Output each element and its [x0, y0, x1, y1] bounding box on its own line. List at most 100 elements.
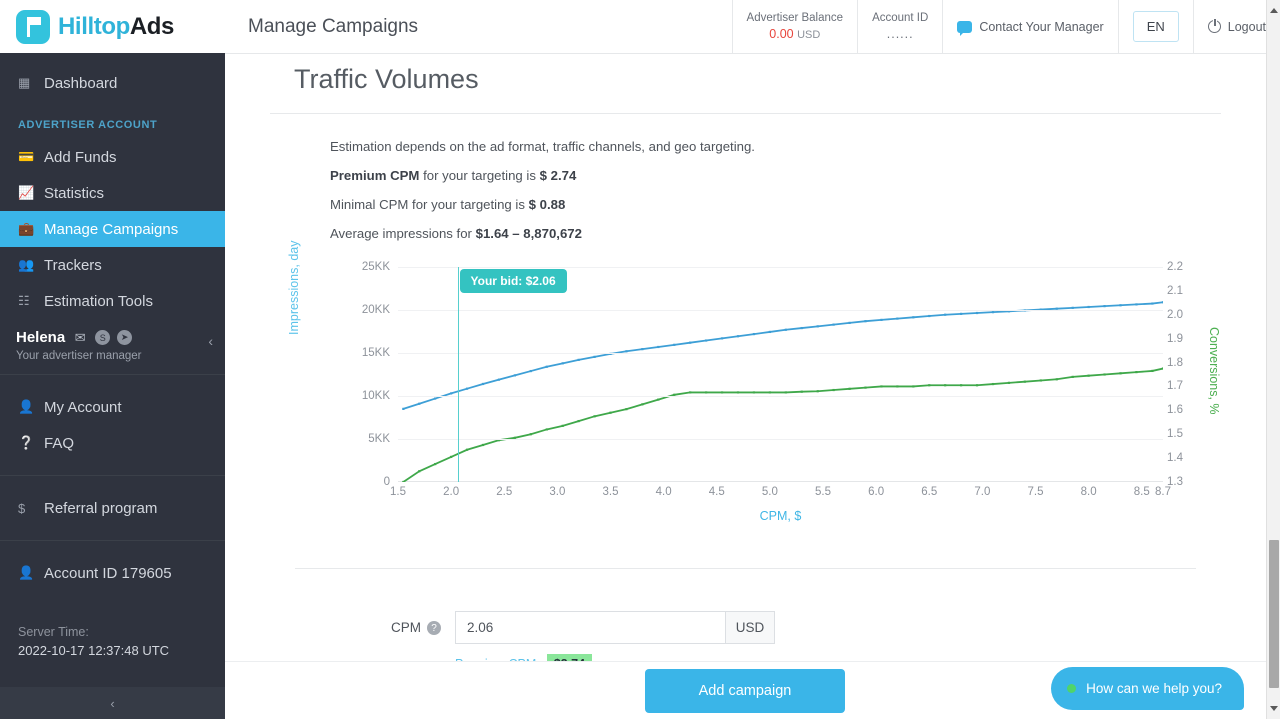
chart-point — [450, 455, 453, 459]
estimation-description: Estimation depends on the ad format, tra… — [330, 139, 755, 154]
sidebar-item-label: Manage Campaigns — [44, 220, 179, 238]
x-axis-tick: 5.5 — [815, 486, 831, 498]
scrollbar-thumb[interactable] — [1269, 540, 1279, 688]
card-icon: 💳 — [18, 149, 35, 164]
chart-point — [768, 330, 771, 334]
x-axis-tick: 7.5 — [1027, 486, 1044, 498]
sidebar-item-label: Estimation Tools — [44, 292, 153, 310]
sidebar-item-my-account[interactable]: 👤 My Account — [0, 389, 225, 425]
add-campaign-button[interactable]: Add campaign — [645, 669, 845, 713]
sidebar-item-manage-campaigns[interactable]: 💼 Manage Campaigns — [0, 211, 225, 247]
logout-label: Logout — [1227, 19, 1266, 34]
chart-point — [1039, 379, 1042, 382]
scroll-up-arrow-icon[interactable] — [1270, 8, 1278, 13]
help-chat-widget[interactable]: How can we help you? — [1051, 667, 1244, 710]
sidebar-item-add-funds[interactable]: 💳 Add Funds — [0, 139, 225, 175]
logo[interactable]: HilltopAds — [0, 0, 225, 53]
x-axis-label: CPM, $ — [759, 509, 802, 523]
advertiser-balance: Advertiser Balance 0.00 USD — [731, 0, 858, 53]
average-impressions-prefix: Average impressions for — [330, 226, 476, 241]
contact-manager-cell[interactable]: Contact Your Manager — [942, 0, 1117, 53]
gridline — [398, 396, 1163, 397]
account-id-value: ...... — [886, 27, 914, 41]
chart-point — [848, 321, 851, 324]
skype-icon[interactable]: S — [95, 330, 111, 345]
chart-point — [896, 317, 899, 320]
sidebar-section-label: ADVERTISER ACCOUNT — [18, 119, 158, 131]
your-bid-label: Your bid: $2.06 — [459, 269, 567, 293]
chart-point — [434, 397, 437, 400]
sidebar-item-label: Add Funds — [44, 148, 117, 166]
x-axis-tick: 6.0 — [868, 486, 885, 498]
chart-point — [689, 391, 692, 394]
language-selector[interactable]: EN — [1132, 11, 1179, 42]
sidebar-collapse-button[interactable]: ‹ — [0, 687, 225, 719]
x-axis-tick: 4.5 — [708, 486, 725, 498]
y-axis-left-tick: 15KK — [361, 347, 390, 359]
premium-cpm-line: Premium CPM for your targeting is $ 2.74 — [330, 168, 1221, 183]
chevron-left-icon[interactable]: ‹ — [208, 333, 213, 349]
chart-point — [465, 448, 469, 451]
chart-point — [784, 328, 787, 331]
sidebar-item-statistics[interactable]: 📈 Statistics — [0, 175, 225, 211]
question-mark-icon[interactable]: ? — [427, 621, 441, 635]
chart-point — [816, 390, 819, 393]
chart-point — [1103, 305, 1106, 308]
chart-point — [593, 415, 596, 418]
server-time-value: 2022-10-17 12:37:48 UTC — [18, 643, 170, 658]
x-axis-tick: 3.0 — [549, 486, 566, 498]
sidebar-item-account-id[interactable]: 👤 Account ID 179605 — [0, 555, 225, 591]
chart-point — [864, 320, 867, 323]
logout-button[interactable]: Logout — [1207, 19, 1266, 34]
chart-point — [465, 387, 469, 390]
chart-point — [1119, 304, 1122, 307]
cpm-input[interactable] — [455, 611, 725, 644]
sidebar-item-trackers[interactable]: 👥 Trackers — [0, 247, 225, 283]
x-axis-ticks: 1.5 2.0 2.5 3.0 3.5 4.0 4.5 5.0 5.5 6.0 6.5 7.0 7.5 8… — [390, 486, 1171, 506]
sidebar-item-estimation-tools[interactable]: ☷ Estimation Tools — [0, 283, 225, 319]
y-axis-right-tick: 1.4 — [1167, 452, 1183, 465]
contact-manager-link[interactable]: Contact Your Manager — [957, 20, 1104, 36]
traffic-volumes-title: Traffic Volumes — [270, 54, 1221, 114]
power-icon — [1207, 19, 1221, 33]
scroll-down-arrow-icon[interactable] — [1270, 706, 1278, 711]
x-axis-tick: 5.0 — [761, 486, 778, 498]
y-axis-left-tick: 5KK — [368, 433, 390, 445]
chart-point — [880, 385, 883, 388]
page-title: Manage Campaigns — [225, 0, 732, 53]
chart-point — [975, 384, 979, 387]
y-axis-left-ticks: 0 5KK 10KK 15KK 20KK 25KK — [320, 261, 390, 488]
telegram-icon[interactable]: ➤ — [117, 330, 133, 345]
chart-point — [497, 378, 501, 381]
cpm-input-group: USD — [455, 611, 775, 644]
gridline — [398, 267, 1163, 268]
chart-point — [529, 369, 532, 373]
chart-point — [434, 462, 437, 466]
account-id-cell: Account ID ...... — [857, 0, 942, 53]
chart-point — [975, 311, 979, 315]
page-scrollbar[interactable] — [1266, 0, 1280, 719]
manager-name: Helena — [16, 329, 66, 346]
chart-point — [1007, 381, 1011, 384]
chart-point — [1103, 373, 1106, 376]
language-cell[interactable]: EN — [1117, 0, 1193, 53]
chart-point — [641, 403, 644, 406]
premium-cpm-label: Premium CPM — [330, 168, 420, 183]
chart-point — [418, 402, 421, 405]
chart-plot-area: Your bid: $2.06 — [398, 267, 1165, 484]
logo-text-part2: Ads — [129, 12, 175, 40]
sidebar-item-dashboard[interactable]: ▦ Dashboard — [0, 61, 225, 105]
chart-point — [1151, 369, 1154, 373]
envelope-icon[interactable]: ✉ — [72, 330, 88, 345]
sidebar-item-label: Statistics — [44, 184, 105, 202]
chart-point — [1087, 305, 1090, 309]
premium-cpm-middle: for your targeting is — [419, 168, 540, 183]
premium-cpm-value: $ 2.74 — [539, 168, 577, 183]
grid-icon: ▦ — [18, 75, 31, 90]
chart-point — [402, 407, 405, 410]
chart-point — [864, 386, 867, 389]
sidebar-item-referral-program[interactable]: $ Referral program — [0, 490, 225, 526]
y-axis-right-tick: 2.2 — [1167, 261, 1183, 273]
sidebar-item-faq[interactable]: ❔ FAQ — [0, 425, 225, 461]
x-axis-tick: 6.5 — [921, 486, 938, 498]
